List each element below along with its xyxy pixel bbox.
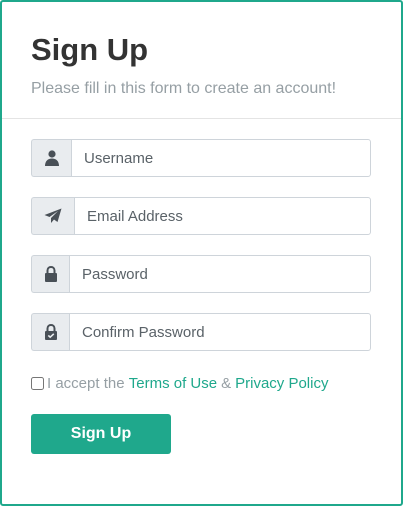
lock-check-icon — [31, 313, 69, 351]
user-icon — [31, 139, 71, 177]
username-input[interactable] — [71, 139, 371, 177]
username-field-group — [31, 139, 371, 177]
accept-terms-checkbox[interactable] — [31, 376, 44, 390]
form-subtitle: Please fill in this form to create an ac… — [31, 80, 337, 97]
email-input[interactable] — [74, 197, 371, 235]
terms-row: I accept the Terms of Use & Privacy Policy — [31, 373, 328, 393]
password-field-group — [31, 255, 371, 293]
terms-of-use-link[interactable]: Terms of Use — [129, 375, 217, 392]
form-title: Sign Up — [31, 32, 149, 67]
paper-plane-icon — [31, 197, 74, 235]
sign-up-button[interactable]: Sign Up — [31, 414, 171, 454]
lock-icon — [31, 255, 69, 293]
form-header: Sign Up Please fill in this form to crea… — [2, 2, 401, 119]
confirm-password-field-group — [31, 313, 371, 351]
terms-prefix-text: I accept the — [47, 374, 125, 392]
terms-separator: & — [221, 374, 232, 392]
email-field-group — [31, 197, 371, 235]
signup-card: Sign Up Please fill in this form to crea… — [0, 0, 403, 506]
confirm-password-input[interactable] — [69, 313, 371, 351]
password-input[interactable] — [69, 255, 371, 293]
privacy-policy-link[interactable]: Privacy Policy — [235, 375, 328, 392]
